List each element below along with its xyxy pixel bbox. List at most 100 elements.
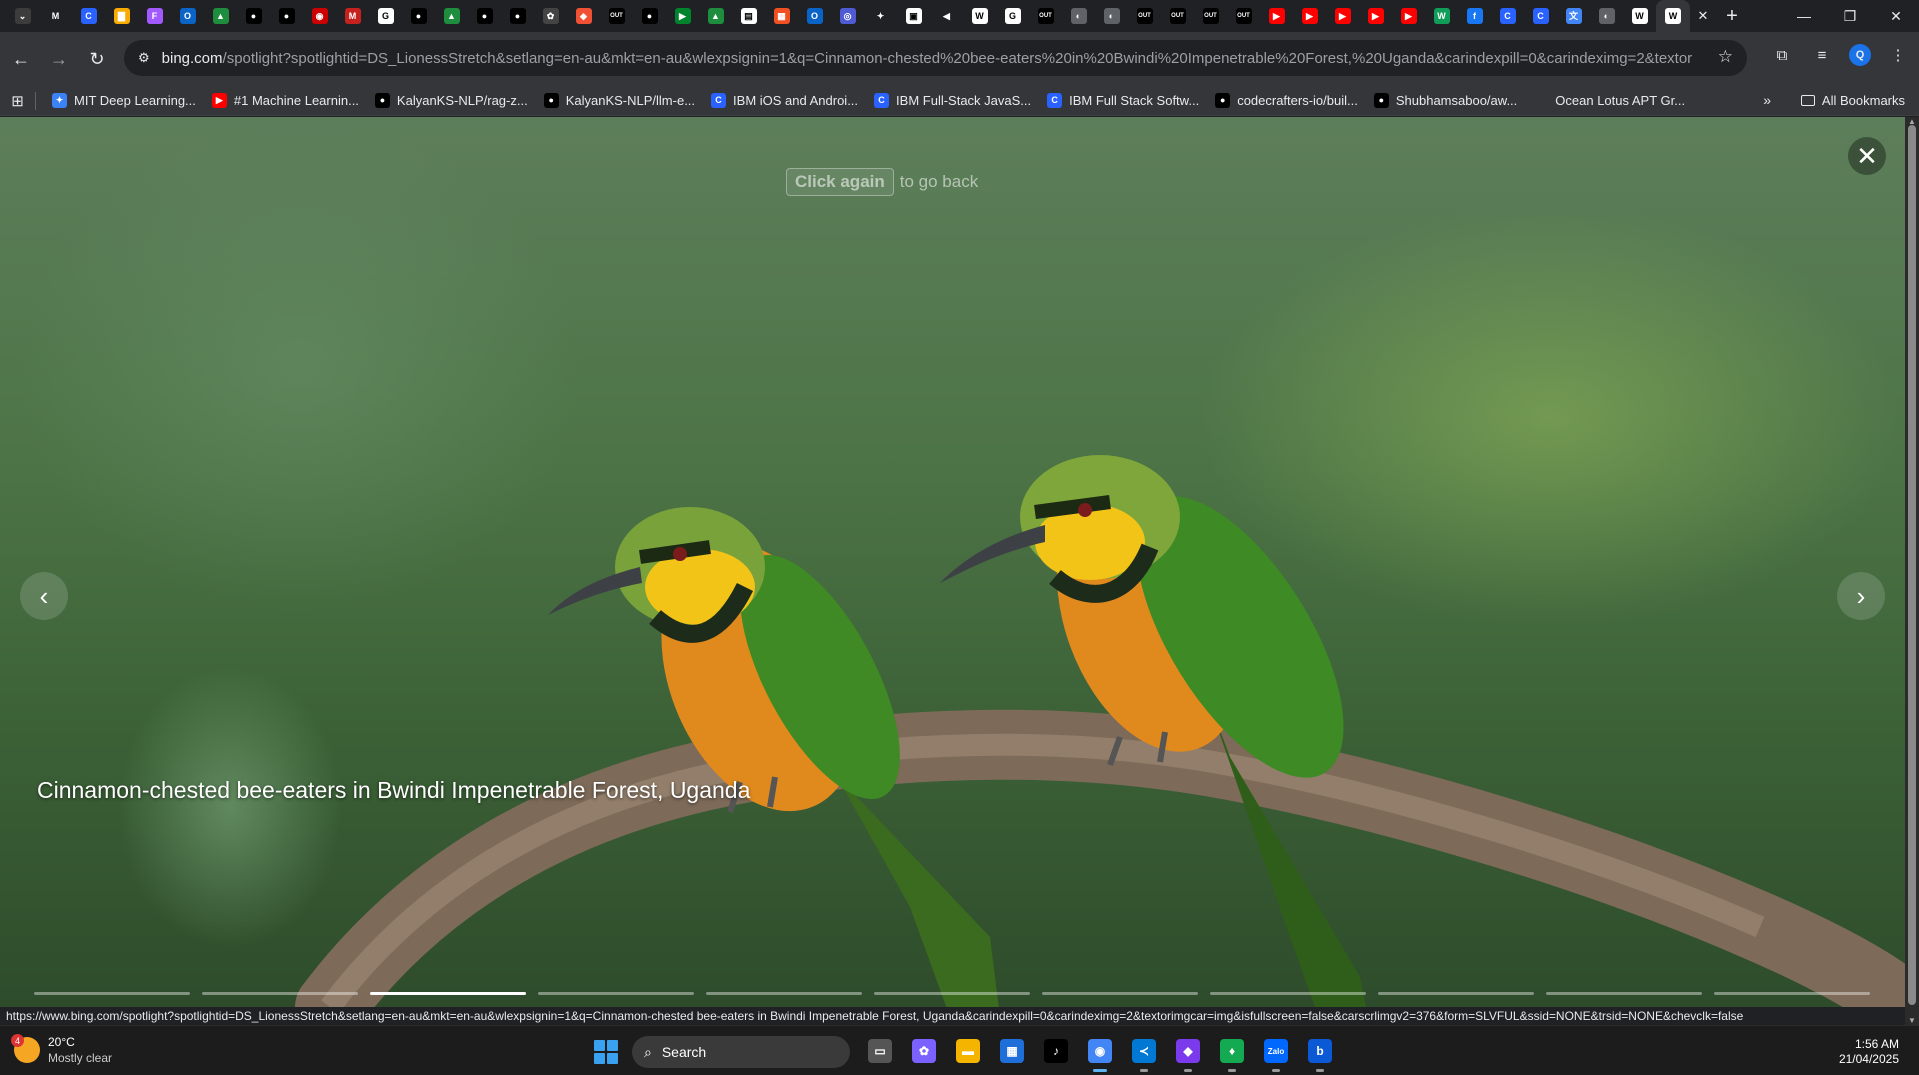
browser-tab[interactable]: ◐ [1590, 0, 1623, 32]
browser-tab[interactable]: F [138, 0, 171, 32]
menu-kebab-icon[interactable]: ⋮ [1885, 42, 1911, 68]
slide-indicator[interactable] [1714, 992, 1870, 995]
previous-image-button[interactable]: ‹ [20, 572, 68, 620]
taskbar-app[interactable]: ≺ [1126, 1035, 1162, 1072]
minimize-button[interactable]: — [1781, 0, 1827, 32]
slide-indicator[interactable] [874, 992, 1030, 995]
browser-tab[interactable]: O [171, 0, 204, 32]
browser-tab[interactable]: W [1623, 0, 1656, 32]
bookmark-item[interactable]: ▶ #1 Machine Learnin... [211, 93, 359, 108]
taskbar-app[interactable]: ♪ [1038, 1035, 1074, 1067]
slide-indicator[interactable] [1378, 992, 1534, 995]
profile-avatar[interactable]: Q [1849, 44, 1871, 66]
browser-tab[interactable]: ✿ [534, 0, 567, 32]
browser-tab[interactable]: ▦ [765, 0, 798, 32]
browser-tab[interactable]: ◉ [303, 0, 336, 32]
all-bookmarks-button[interactable]: All Bookmarks [1800, 93, 1905, 108]
viewer-close-button[interactable]: ✕ [1848, 137, 1886, 175]
site-info-icon[interactable]: ⚙ [138, 50, 150, 66]
taskbar-app[interactable]: ♦ [1214, 1035, 1250, 1072]
image-caption[interactable]: Cinnamon-chested bee-eaters in Bwindi Im… [37, 777, 750, 804]
browser-tab[interactable]: ▤ [732, 0, 765, 32]
browser-tab[interactable]: ▶ [1293, 0, 1326, 32]
slide-indicator[interactable] [370, 992, 526, 995]
browser-tab[interactable]: OUT [600, 0, 633, 32]
browser-tab[interactable]: C [72, 0, 105, 32]
taskbar-app[interactable]: ◆ [1170, 1035, 1206, 1072]
browser-tab[interactable]: ▶ [1392, 0, 1425, 32]
reload-button[interactable]: ↻ [80, 42, 114, 76]
new-tab-button[interactable]: + [1716, 0, 1748, 32]
taskbar-app[interactable]: ▦ [994, 1035, 1030, 1067]
url-text[interactable]: bing.com/spotlight?spotlightid=DS_Liones… [162, 50, 1692, 67]
browser-tab[interactable]: ▲ [435, 0, 468, 32]
bookmark-item[interactable]: Ocean Lotus APT Gr... [1533, 93, 1685, 108]
bookmark-item[interactable]: ● codecrafters-io/buil... [1215, 93, 1358, 108]
bookmark-item[interactable]: ● KalyanKS-NLP/llm-e... [543, 93, 695, 108]
browser-tab[interactable]: OUT [1161, 0, 1194, 32]
close-tab-button[interactable]: ✕ [1690, 0, 1716, 32]
browser-tab[interactable]: G [996, 0, 1029, 32]
taskbar-app[interactable]: Zalo [1258, 1035, 1294, 1072]
bookmarks-overflow-icon[interactable]: » [1763, 92, 1771, 108]
browser-tab[interactable]: ▇ [105, 0, 138, 32]
browser-tab[interactable]: ◀ [930, 0, 963, 32]
slide-indicator[interactable] [538, 992, 694, 995]
apps-grid-icon[interactable]: ⊞ [0, 91, 36, 110]
browser-tab[interactable]: ▶ [1260, 0, 1293, 32]
extensions-icon[interactable]: ⧉ [1769, 42, 1795, 68]
browser-tab[interactable]: ● [633, 0, 666, 32]
browser-tab[interactable]: M [39, 0, 72, 32]
browser-tab[interactable]: ▣ [897, 0, 930, 32]
browser-tab[interactable]: C [1524, 0, 1557, 32]
browser-tab[interactable]: ▲ [204, 0, 237, 32]
bookmark-item[interactable]: C IBM Full Stack Softw... [1047, 93, 1199, 108]
bookmark-item[interactable]: ✦ MIT Deep Learning... [52, 93, 196, 108]
browser-tab[interactable]: O [798, 0, 831, 32]
taskbar-search[interactable]: ⌕ Search [632, 1036, 850, 1068]
slide-indicator[interactable] [202, 992, 358, 995]
browser-tab[interactable]: ✦ [864, 0, 897, 32]
browser-tab[interactable]: ▲ [699, 0, 732, 32]
taskbar-app[interactable]: ▭ [862, 1035, 898, 1067]
browser-tab[interactable]: W [1425, 0, 1458, 32]
taskbar-app[interactable]: b [1302, 1035, 1338, 1072]
browser-tab[interactable]: ▶ [1326, 0, 1359, 32]
start-button[interactable] [594, 1040, 618, 1064]
taskbar-app[interactable]: ▬ [950, 1035, 986, 1067]
scrollbar-thumb[interactable] [1908, 125, 1916, 1005]
browser-tab[interactable]: ● [501, 0, 534, 32]
browser-tab[interactable]: ◆ [567, 0, 600, 32]
browser-tab[interactable]: ◐ [1062, 0, 1095, 32]
spotlight-image-viewer[interactable]: Click again to go back ✕ ‹ › Cinnamon-ch… [0, 117, 1905, 1007]
weather-widget[interactable]: 4 20°C Mostly clear [11, 1034, 112, 1066]
slide-indicator[interactable] [1546, 992, 1702, 995]
slide-indicator[interactable] [34, 992, 190, 995]
browser-tab[interactable]: ● [468, 0, 501, 32]
forward-button[interactable]: → [42, 42, 76, 76]
taskbar-app[interactable]: ◉ [1082, 1035, 1118, 1072]
browser-tab[interactable]: ● [237, 0, 270, 32]
browser-tab[interactable]: M [336, 0, 369, 32]
tab-search-button[interactable]: ⌄ [6, 0, 39, 32]
next-image-button[interactable]: › [1837, 572, 1885, 620]
browser-tab[interactable]: OUT [1029, 0, 1062, 32]
browser-tab[interactable]: OUT [1128, 0, 1161, 32]
active-tab[interactable]: W [1656, 0, 1690, 32]
media-controls-icon[interactable]: ≡ [1809, 42, 1835, 68]
slide-indicator[interactable] [1210, 992, 1366, 995]
browser-tab[interactable]: ● [270, 0, 303, 32]
bookmark-item[interactable]: ● Shubhamsaboo/aw... [1373, 93, 1517, 108]
browser-tab[interactable]: ● [402, 0, 435, 32]
bookmark-item[interactable]: C IBM Full-Stack JavaS... [874, 93, 1031, 108]
browser-tab[interactable]: ▶ [666, 0, 699, 32]
bookmark-star-icon[interactable]: ☆ [1718, 47, 1733, 67]
scroll-down-icon[interactable]: ▼ [1908, 1016, 1916, 1025]
browser-tab[interactable]: OUT [1194, 0, 1227, 32]
restore-button[interactable]: ❐ [1827, 0, 1873, 32]
bookmark-item[interactable]: C IBM iOS and Androi... [711, 93, 858, 108]
taskbar-app[interactable]: ✿ [906, 1035, 942, 1067]
address-bar[interactable]: ⚙ bing.com/spotlight?spotlightid=DS_Lion… [124, 40, 1747, 76]
browser-tab[interactable]: W [963, 0, 996, 32]
browser-tab[interactable]: OUT [1227, 0, 1260, 32]
